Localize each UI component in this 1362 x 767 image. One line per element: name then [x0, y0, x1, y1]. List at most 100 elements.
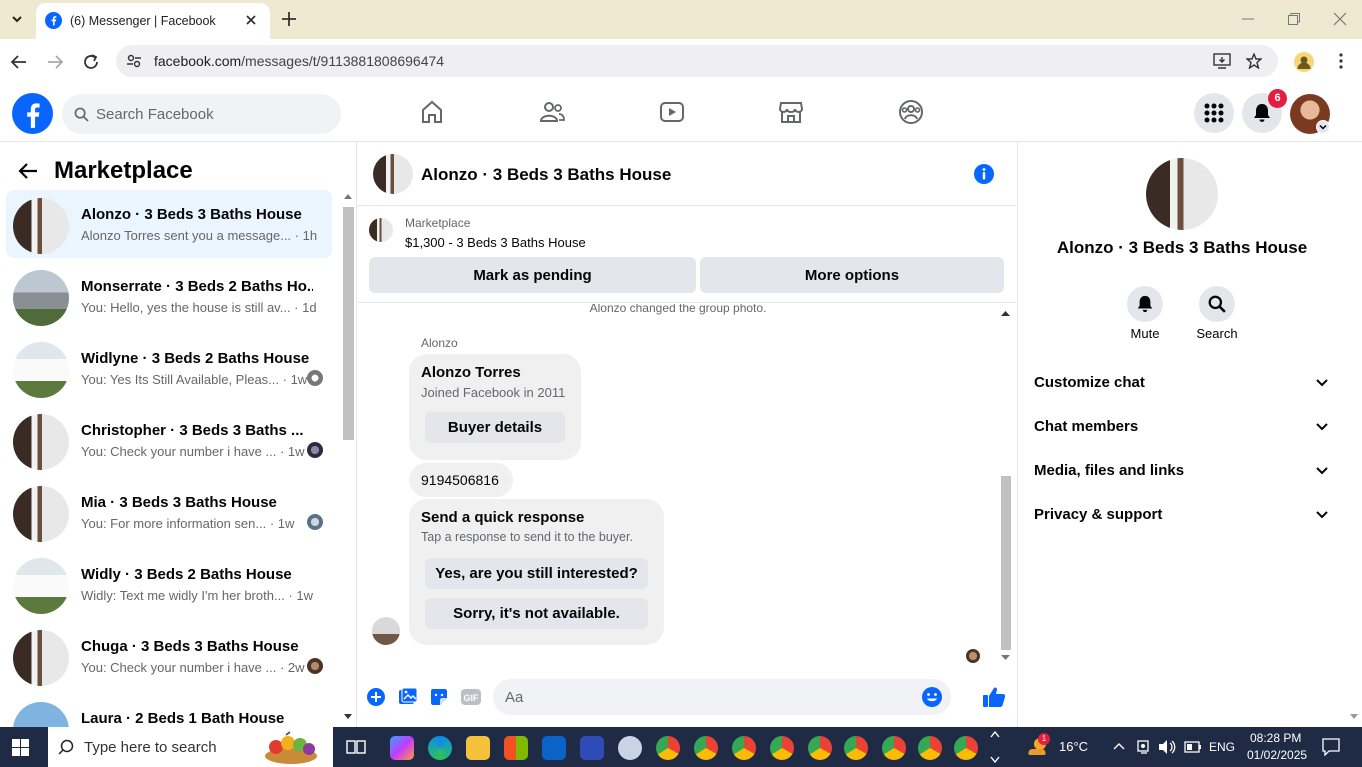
shield-app-icon[interactable]: [580, 736, 604, 760]
back-arrow-icon[interactable]: [10, 53, 28, 71]
chrome-icon[interactable]: [656, 736, 680, 760]
mark-as-pending-button[interactable]: Mark as pending: [369, 257, 696, 293]
microsoft-store-icon[interactable]: [504, 736, 528, 760]
friends-icon[interactable]: [539, 99, 565, 125]
taskbar-search[interactable]: [48, 727, 333, 767]
message-input-wrapper[interactable]: [493, 679, 951, 715]
sticker-icon[interactable]: [429, 687, 449, 707]
chrome-icon[interactable]: [882, 736, 906, 760]
taskbar-overflow-icon[interactable]: [990, 729, 1000, 765]
browser-tab-messenger[interactable]: (6) Messenger | Facebook: [36, 3, 270, 39]
mute-button[interactable]: Mute: [1115, 286, 1175, 341]
close-tab-icon[interactable]: [244, 13, 258, 27]
conversation-item[interactable]: Widlyne · 3 Beds 2 Baths House You: Yes …: [6, 334, 332, 402]
message-input[interactable]: [505, 679, 925, 715]
customize-chat-section[interactable]: Customize chat: [1034, 368, 1334, 400]
back-arrow-icon[interactable]: [18, 162, 38, 180]
chrome-icon[interactable]: [694, 736, 718, 760]
privacy-support-section[interactable]: Privacy & support: [1034, 500, 1334, 532]
tab-search-button[interactable]: [4, 6, 30, 32]
chat-photo[interactable]: [373, 154, 413, 194]
conversation-item[interactable]: Alonzo · 3 Beds 3 Baths House Alonzo Tor…: [6, 190, 332, 258]
windows-start-icon[interactable]: [12, 739, 29, 756]
restore-icon[interactable]: [1287, 12, 1301, 26]
conversation-item[interactable]: Monserrate · 3 Beds 2 Baths Ho... You: H…: [6, 262, 332, 330]
thumbs-up-icon[interactable]: [982, 685, 1006, 709]
fruit-basket-icon[interactable]: [262, 731, 320, 765]
outlook-icon[interactable]: [542, 736, 566, 760]
volume-icon[interactable]: [1158, 739, 1176, 755]
task-view-icon[interactable]: [346, 738, 366, 756]
site-settings-icon[interactable]: [126, 53, 142, 69]
scroll-down-icon[interactable]: [344, 714, 352, 720]
scroll-down-icon[interactable]: [1350, 714, 1358, 720]
add-icon[interactable]: [366, 687, 386, 707]
app-icon[interactable]: [618, 736, 642, 760]
forward-arrow-icon[interactable]: [46, 53, 64, 71]
scrollbar-thumb[interactable]: [343, 207, 354, 440]
browser-menu-icon[interactable]: [1334, 52, 1348, 70]
gif-icon[interactable]: GIF: [460, 687, 482, 707]
video-icon[interactable]: [659, 99, 685, 125]
chrome-icon[interactable]: [770, 736, 794, 760]
show-hidden-icons-icon[interactable]: [1113, 741, 1125, 751]
bookmark-star-icon[interactable]: [1246, 53, 1262, 69]
mute-circle[interactable]: [1127, 286, 1163, 322]
account-menu-chevron[interactable]: [1316, 120, 1330, 134]
listing-photo[interactable]: [369, 218, 393, 242]
marketplace-icon[interactable]: [778, 99, 804, 125]
copilot-icon[interactable]: [390, 736, 414, 760]
chrome-icon[interactable]: [954, 736, 978, 760]
search-button[interactable]: Search: [1187, 286, 1247, 341]
meet-now-icon[interactable]: [1136, 739, 1152, 755]
taskbar-search-input[interactable]: [84, 727, 284, 767]
buyer-details-button[interactable]: Buyer details: [425, 412, 565, 443]
minimize-icon[interactable]: [1241, 12, 1255, 26]
chrome-icon[interactable]: [808, 736, 832, 760]
notification-center-icon[interactable]: [1322, 738, 1340, 756]
scroll-up-icon[interactable]: [344, 193, 352, 199]
more-options-button[interactable]: More options: [700, 257, 1004, 293]
new-tab-icon[interactable]: [280, 10, 298, 28]
listing-price[interactable]: $1,300 - 3 Beds 3 Baths House: [405, 235, 586, 250]
scroll-down-icon[interactable]: [1001, 655, 1010, 661]
battery-icon[interactable]: [1184, 741, 1202, 753]
facebook-logo-icon[interactable]: [12, 93, 53, 134]
media-files-links-section[interactable]: Media, files and links: [1034, 456, 1334, 488]
edge-icon[interactable]: [428, 736, 452, 760]
chat-details-photo[interactable]: [1146, 158, 1218, 230]
menu-button[interactable]: [1194, 93, 1234, 133]
scrollbar-thumb[interactable]: [1001, 476, 1011, 650]
info-icon[interactable]: [973, 163, 995, 185]
clock-date[interactable]: 01/02/2025: [1247, 748, 1307, 762]
chat-title[interactable]: Alonzo · 3 Beds 3 Baths House: [421, 165, 671, 185]
address-bar[interactable]: facebook.com/messages/t/9113881808696474: [116, 45, 1278, 77]
conversation-item[interactable]: Laura · 2 Beds 1 Bath House: [6, 694, 332, 727]
weather-temperature[interactable]: 16°C: [1059, 739, 1088, 754]
search-circle[interactable]: [1199, 286, 1235, 322]
message-thread-scrollbar[interactable]: [998, 304, 1014, 666]
emoji-icon[interactable]: [921, 686, 943, 708]
home-icon[interactable]: [420, 99, 444, 125]
groups-icon[interactable]: [898, 99, 924, 125]
conversation-item[interactable]: Christopher · 3 Beds 3 Baths ... You: Ch…: [6, 406, 332, 474]
chrome-icon[interactable]: [918, 736, 942, 760]
close-window-icon[interactable]: [1333, 12, 1347, 26]
chat-members-section[interactable]: Chat members: [1034, 412, 1334, 444]
install-app-icon[interactable]: [1213, 53, 1231, 69]
facebook-search[interactable]: [62, 94, 341, 134]
conversation-list-scrollbar[interactable]: [342, 191, 354, 721]
conversation-item[interactable]: Mia · 3 Beds 3 Baths House You: For more…: [6, 478, 332, 546]
quick-response-option-yes[interactable]: Yes, are you still interested?: [425, 558, 648, 589]
profile-icon[interactable]: [1294, 52, 1314, 72]
account-avatar[interactable]: [1290, 94, 1330, 134]
file-explorer-icon[interactable]: [466, 736, 490, 760]
quick-response-option-sorry[interactable]: Sorry, it's not available.: [425, 598, 648, 629]
photo-icon[interactable]: [398, 687, 418, 707]
clock-time[interactable]: 08:28 PM: [1250, 731, 1301, 745]
conversation-item[interactable]: Widly · 3 Beds 2 Baths House Widly: Text…: [6, 550, 332, 618]
scroll-up-icon[interactable]: [1001, 310, 1010, 316]
chrome-icon[interactable]: [844, 736, 868, 760]
conversation-item[interactable]: Chuga · 3 Beds 3 Baths House You: Check …: [6, 622, 332, 690]
language-indicator[interactable]: ENG: [1209, 740, 1235, 754]
